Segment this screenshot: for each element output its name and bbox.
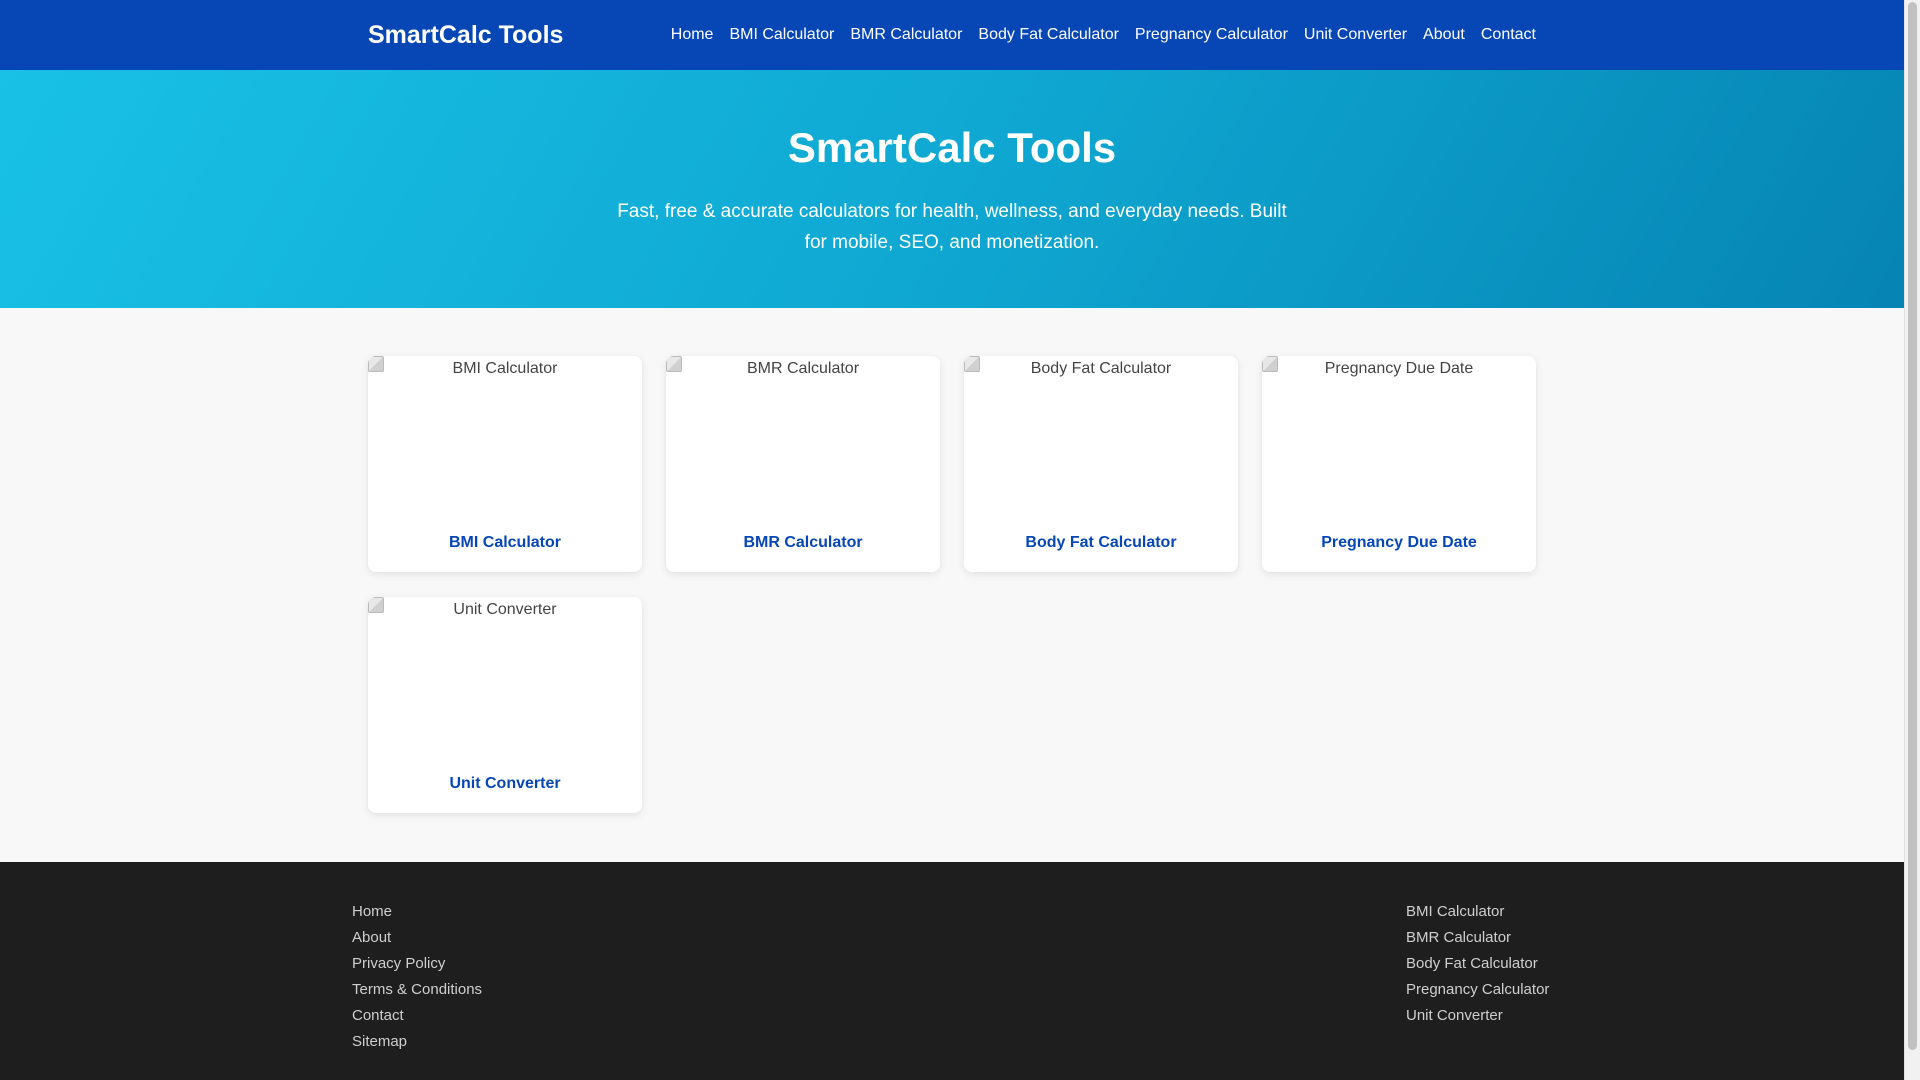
card-bmr-calculator[interactable]: BMR Calculator BMR Calculator — [666, 356, 940, 572]
hero-tagline: Fast, free & accurate calculators for he… — [617, 201, 1287, 253]
footer-link-body-fat-calculator[interactable]: Body Fat Calculator — [1406, 954, 1549, 974]
card-image-alt-text: BMI Calculator — [452, 360, 558, 377]
footer-site-links: Home About Privacy Policy Terms & Condit… — [352, 902, 482, 1052]
card-title: Unit Converter — [449, 775, 561, 792]
card-pregnancy-due-date[interactable]: Pregnancy Due Date Pregnancy Due Date — [1262, 356, 1536, 572]
footer-link-sitemap[interactable]: Sitemap — [352, 1032, 482, 1052]
broken-image-icon — [666, 356, 682, 372]
card-image-placeholder: Unit Converter — [368, 597, 642, 757]
site-header: SmartCalc Tools Home BMI Calculator BMR … — [0, 0, 1904, 70]
footer-link-contact[interactable]: Contact — [352, 1006, 482, 1026]
hero-title: SmartCalc Tools — [787, 124, 1117, 171]
broken-image-icon — [368, 597, 384, 613]
card-title: BMI Calculator — [448, 534, 561, 551]
footer-link-home[interactable]: Home — [352, 902, 482, 922]
card-image-alt-text: Unit Converter — [453, 601, 557, 618]
nav-unit-converter[interactable]: Unit Converter — [1304, 26, 1407, 44]
card-image-alt-text: BMR Calculator — [746, 360, 860, 377]
nav-about[interactable]: About — [1423, 26, 1465, 44]
scrollbar-thumb[interactable] — [1908, 2, 1917, 1050]
card-body-fat-calculator[interactable]: Body Fat Calculator Body Fat Calculator — [964, 356, 1238, 572]
nav-bmr-calculator[interactable]: BMR Calculator — [850, 26, 962, 44]
footer-link-about[interactable]: About — [352, 928, 482, 948]
nav-bmi-calculator[interactable]: BMI Calculator — [729, 26, 834, 44]
card-image-placeholder: Body Fat Calculator — [964, 356, 1238, 516]
card-title: Body Fat Calculator — [1025, 534, 1177, 551]
card-image-alt-text: Pregnancy Due Date — [1324, 360, 1474, 377]
footer-link-unit-converter[interactable]: Unit Converter — [1406, 1006, 1549, 1026]
nav-pregnancy-calculator[interactable]: Pregnancy Calculator — [1135, 26, 1288, 44]
card-title: BMR Calculator — [743, 534, 863, 551]
card-title: Pregnancy Due Date — [1321, 534, 1477, 551]
footer-link-pregnancy-calculator[interactable]: Pregnancy Calculator — [1406, 980, 1549, 1000]
card-image-placeholder: BMR Calculator — [666, 356, 940, 516]
hero-banner: SmartCalc Tools Fast, free & accurate ca… — [0, 70, 1904, 308]
card-image-placeholder: Pregnancy Due Date — [1262, 356, 1536, 516]
nav-contact[interactable]: Contact — [1481, 26, 1536, 44]
calculator-card-grid: BMI Calculator BMI Calculator BMR Calcul… — [368, 356, 1536, 813]
site-footer: Home About Privacy Policy Terms & Condit… — [0, 862, 1904, 1080]
brand-logo-link[interactable]: SmartCalc Tools — [368, 0, 563, 70]
card-image-alt-text: Body Fat Calculator — [1030, 360, 1172, 377]
card-image-placeholder: BMI Calculator — [368, 356, 642, 516]
footer-tool-links: BMI Calculator BMR Calculator Body Fat C… — [1406, 902, 1549, 1026]
card-unit-converter[interactable]: Unit Converter Unit Converter — [368, 597, 642, 813]
footer-link-bmi-calculator[interactable]: BMI Calculator — [1406, 902, 1549, 922]
nav-home[interactable]: Home — [671, 26, 714, 44]
footer-link-bmr-calculator[interactable]: BMR Calculator — [1406, 928, 1549, 948]
main-nav: Home BMI Calculator BMR Calculator Body … — [671, 0, 1536, 70]
broken-image-icon — [964, 356, 980, 372]
vertical-scrollbar[interactable] — [1904, 0, 1920, 1080]
broken-image-icon — [368, 356, 384, 372]
broken-image-icon — [1262, 356, 1278, 372]
card-bmi-calculator[interactable]: BMI Calculator BMI Calculator — [368, 356, 642, 572]
nav-body-fat-calculator[interactable]: Body Fat Calculator — [978, 26, 1119, 44]
footer-link-terms[interactable]: Terms & Conditions — [352, 980, 482, 1000]
footer-link-privacy-policy[interactable]: Privacy Policy — [352, 954, 482, 974]
